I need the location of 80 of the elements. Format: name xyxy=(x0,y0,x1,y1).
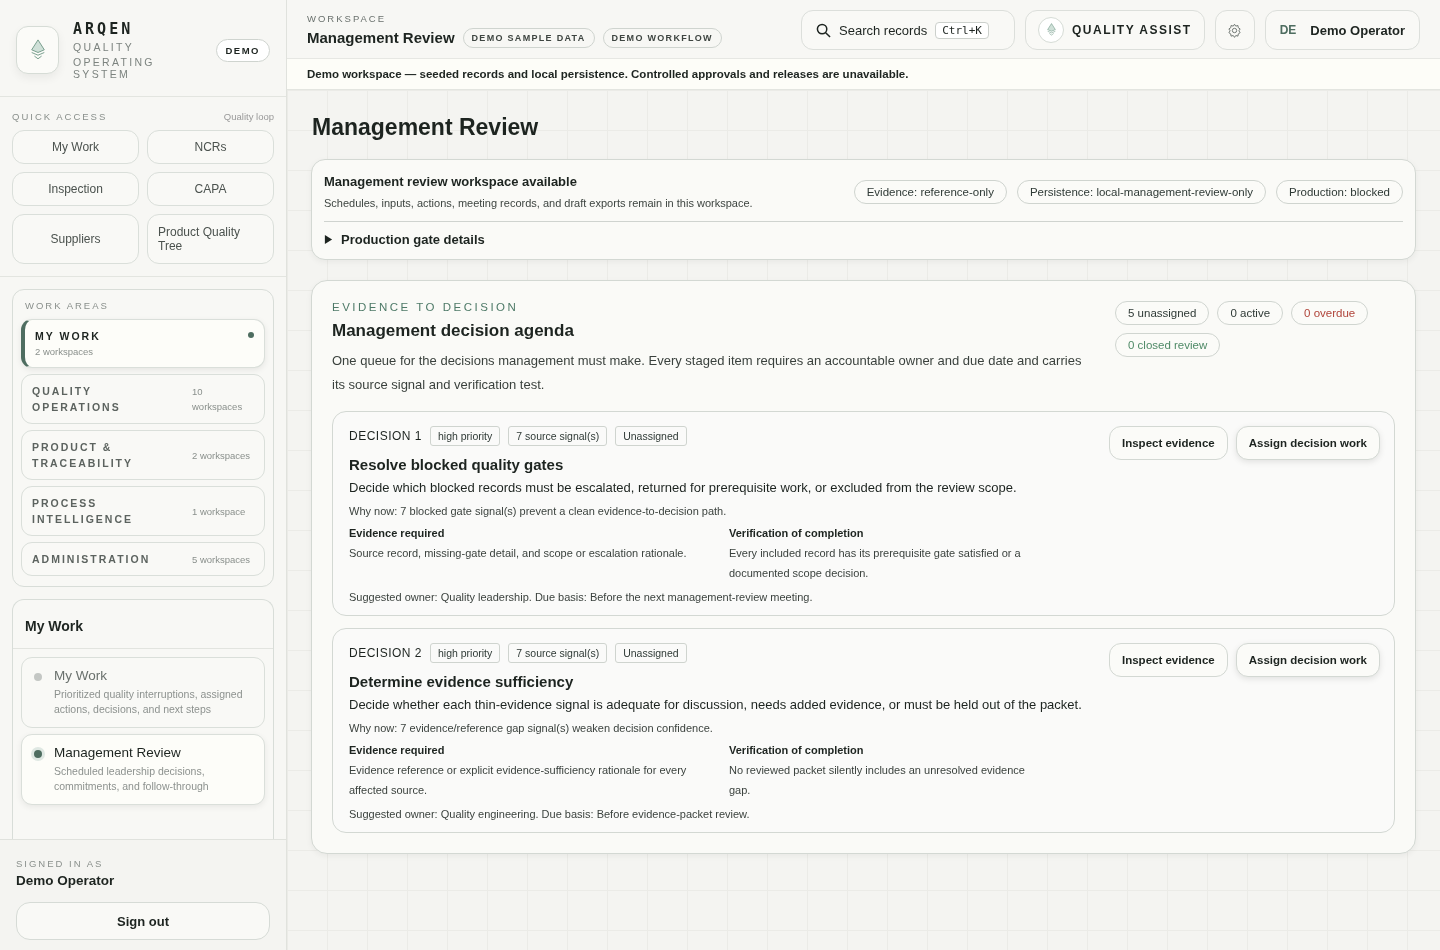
workspace-item[interactable]: Management Review Scheduled leadership decisions, commitments, and follow-through xyxy=(21,734,265,805)
quick-access-button[interactable]: NCRs xyxy=(147,130,274,164)
brand-tagline: QUALITY xyxy=(73,41,136,53)
workspace-item[interactable]: My Work Prioritized quality interruptions, assigned actions, decisions, and next steps xyxy=(21,657,265,728)
search-button[interactable]: Search records Ctrl+K xyxy=(801,10,1015,50)
action-button[interactable]: Assign decision work xyxy=(1235,426,1380,460)
field-label: Verification of completion xyxy=(729,744,865,756)
decision-tag: high priority xyxy=(430,643,501,663)
count-chip: 0 active xyxy=(1217,301,1284,325)
user-name: Demo Operator xyxy=(16,873,116,888)
workspace-label: WORKSPACE xyxy=(307,12,388,24)
field-label: Verification of completion xyxy=(729,527,865,539)
quick-access-button[interactable]: Product Quality Tree xyxy=(147,214,274,264)
action-button[interactable]: Assign decision work xyxy=(1235,643,1380,677)
settings-icon xyxy=(1227,22,1243,38)
decision-description: Decide whether each thin-evidence signal is adequate for discussion, needs added evidence, or must be held out of the packet. xyxy=(349,696,1083,714)
status-chip: Production: blocked xyxy=(1276,179,1403,204)
section-title: QUICK ACCESS xyxy=(12,111,108,122)
field-text: Every included record has its prerequisite gate satisfied or a documented scope decision. xyxy=(729,546,1022,581)
brand-tagline: OPERATING SYSTEM xyxy=(73,56,156,80)
decision-title: Determine evidence sufficiency xyxy=(349,673,575,690)
demo-banner: Demo workspace — seeded records and local persistence. Controlled approvals and releases are unavailable. xyxy=(287,59,1440,90)
field-label: Evidence required xyxy=(349,527,446,539)
field-text: No reviewed packet silently includes an unresolved evidence gap. xyxy=(729,763,1026,798)
panel-title: My Work xyxy=(13,600,273,649)
signed-in-label: SIGNED IN AS xyxy=(16,858,105,869)
field-label: Evidence required xyxy=(349,744,446,756)
quick-access-button[interactable]: Suppliers xyxy=(12,214,139,264)
owner-text: Suggested owner: Quality engineering. Due basis: Before evidence-packet review. xyxy=(349,808,751,820)
decision-tag: 7 source signal(s) xyxy=(508,643,608,663)
shortcut-key: Ctrl+K xyxy=(935,21,989,39)
agenda-title: Management decision agenda xyxy=(332,321,575,341)
quality-assist-button[interactable]: QUALITY ASSIST xyxy=(1025,10,1205,50)
logo-icon xyxy=(28,39,47,61)
search-icon xyxy=(816,22,831,38)
status-chip: Evidence: reference-only xyxy=(853,179,1007,204)
why-now-text: Why now: 7 evidence/reference gap signal(s) weaken decision confidence. xyxy=(349,722,714,734)
sign-out-button[interactable]: Sign out xyxy=(16,902,270,940)
field-text: Source record, missing-gate detail, and scope or escalation rationale. xyxy=(349,546,688,561)
section-hint: Quality loop xyxy=(223,111,274,122)
work-area-item[interactable]: PROCESS INTELLIGENCE 1 workspace xyxy=(21,486,265,536)
notice-text: Schedules, inputs, actions, meeting records, and draft exports remain in this workspace. xyxy=(324,197,754,209)
quick-access-button[interactable]: My Work xyxy=(12,130,139,164)
decision-title: Resolve blocked quality gates xyxy=(349,456,565,473)
quick-access-button[interactable]: CAPA xyxy=(147,172,274,206)
status-chip: Persistence: local-management-review-only xyxy=(1016,179,1266,204)
work-area-item[interactable]: ADMINISTRATION 5 workspaces xyxy=(21,542,265,576)
why-now-text: Why now: 7 blocked gate signal(s) prevent a clean evidence-to-decision path. xyxy=(349,505,728,517)
field-text: Evidence reference or explicit evidence-sufficiency rationale for every affected source. xyxy=(349,763,688,798)
decision-number: DECISION 1 xyxy=(349,429,422,443)
section-eyebrow: EVIDENCE TO DECISION xyxy=(332,301,520,313)
work-area-item[interactable]: MY WORK 2 workspaces xyxy=(21,319,265,368)
quick-access-button[interactable]: Inspection xyxy=(12,172,139,206)
gem-icon xyxy=(1045,23,1057,37)
user-menu-button[interactable]: DE Demo Operator xyxy=(1264,10,1420,50)
action-button[interactable]: Inspect evidence xyxy=(1109,426,1228,460)
settings-button[interactable] xyxy=(1214,10,1255,50)
count-chip: 0 overdue xyxy=(1291,301,1369,325)
count-chip: 5 unassigned xyxy=(1115,301,1210,325)
action-button[interactable]: Inspect evidence xyxy=(1109,643,1228,677)
workspace-title: Management Review xyxy=(307,29,455,46)
count-chip: 0 closed review xyxy=(1115,333,1221,357)
decision-tag: high priority xyxy=(430,426,501,446)
decision-tag: 7 source signal(s) xyxy=(508,426,608,446)
owner-text: Suggested owner: Quality leadership. Due basis: Before the next management-review meeting. xyxy=(349,591,814,603)
decision-tag: Unassigned xyxy=(615,426,687,446)
decision-description: Decide which blocked records must be escalated, returned for prerequisite work, or excluded from the review scope. xyxy=(349,479,1018,497)
brand-name: ARQEN xyxy=(73,20,135,38)
details-toggle[interactable]: Production gate details xyxy=(324,232,485,247)
page-title: Management Review xyxy=(312,114,540,141)
decision-tag: Unassigned xyxy=(615,643,687,663)
demo-badge: DEMO xyxy=(215,38,270,62)
notice-title: Management review workspace available xyxy=(324,174,578,189)
status-dot xyxy=(248,332,254,338)
work-area-item[interactable]: QUALITY OPERATIONS 10 workspaces xyxy=(21,374,265,424)
work-area-item[interactable]: PRODUCT & TRACEABILITY 2 workspaces xyxy=(21,430,265,480)
caret-icon xyxy=(324,235,333,244)
agenda-description: One queue for the decisions management must make. Every staged item requires an accountable owner and due date and carries its source signal and verification test. xyxy=(332,352,1083,394)
section-title: WORK AREAS xyxy=(24,299,110,313)
decision-number: DECISION 2 xyxy=(349,646,422,660)
